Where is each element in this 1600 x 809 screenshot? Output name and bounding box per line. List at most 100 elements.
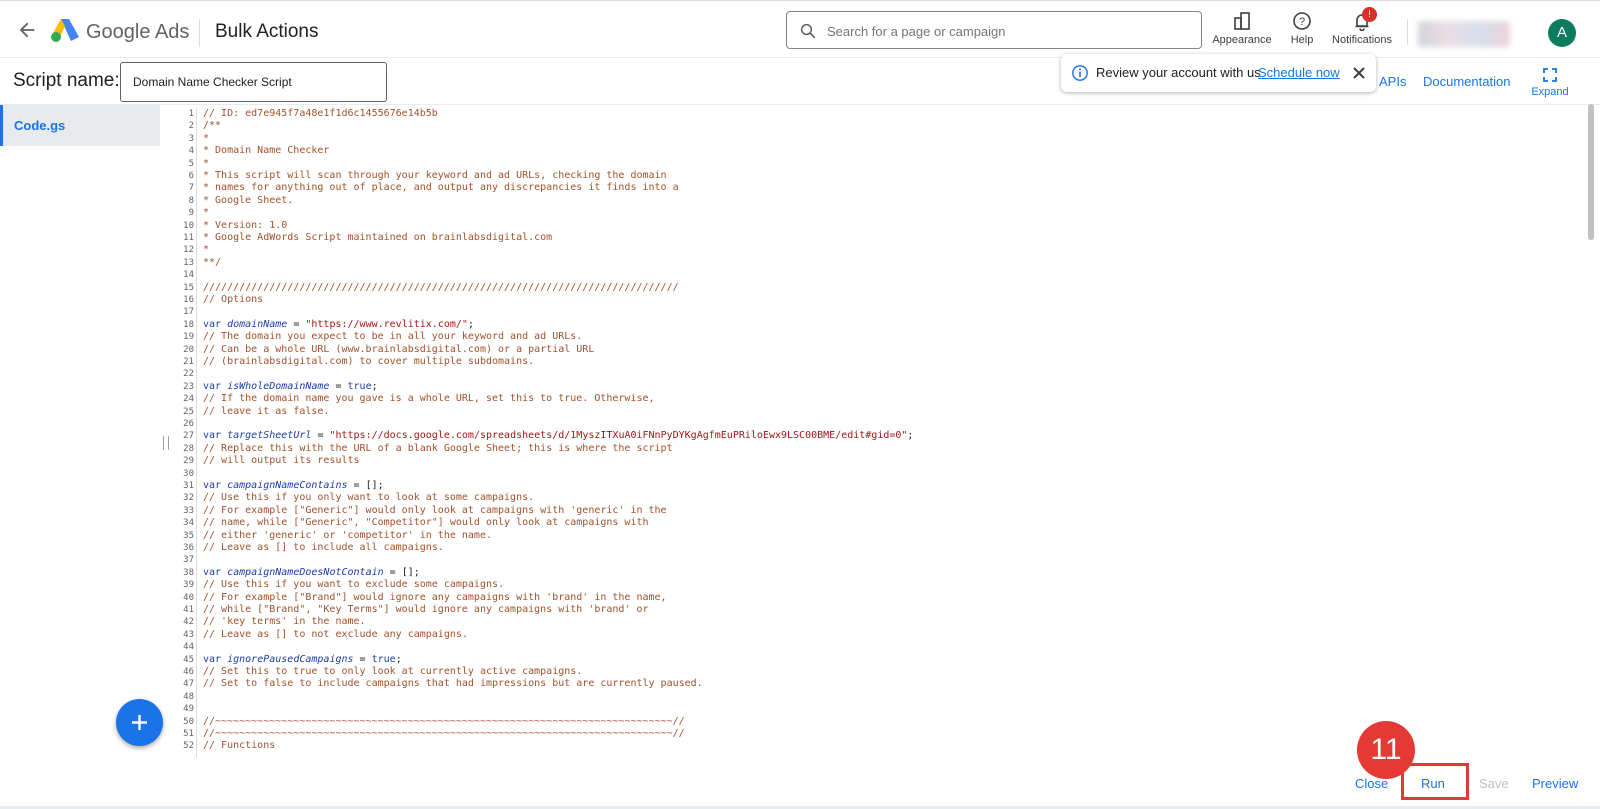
code-line[interactable]: 11 * Google AdWords Script maintained on … xyxy=(172,232,1572,244)
code-line[interactable]: 27 var targetSheetUrl = "https://docs.goo… xyxy=(172,430,1572,442)
code-editor[interactable]: 1 // ID: ed7e945f7a48e1f1d6c1455676e14b5b… xyxy=(172,108,1580,758)
code-line[interactable]: 21 // (brainlabsdigital.com) to cover mul… xyxy=(172,356,1572,368)
back-arrow-icon[interactable] xyxy=(16,19,38,41)
code-line[interactable]: 47 // Set to false to include campaigns t… xyxy=(172,678,1572,690)
expand-label: Expand xyxy=(1531,86,1569,98)
code-line[interactable]: 24 // If the domain name you gave is a wh… xyxy=(172,393,1572,405)
code-line[interactable]: 31 var campaignNameContains = []; xyxy=(172,480,1572,492)
line-number: 4 xyxy=(188,146,194,157)
code-text: // Leave as [] to include all campaigns. xyxy=(203,542,444,553)
file-tab-code-gs[interactable]: Code.gs xyxy=(0,105,160,146)
code-line[interactable]: 41 // while ["Brand", "Key Terms"] would … xyxy=(172,604,1572,616)
code-line[interactable]: 10 * Version: 1.0 xyxy=(172,220,1572,232)
account-info-redacted[interactable] xyxy=(1418,21,1510,47)
code-line[interactable]: 19 // The domain you expect to be in all … xyxy=(172,331,1572,343)
code-line[interactable]: 28 // Replace this with the URL of a blan… xyxy=(172,443,1572,455)
line-number: 44 xyxy=(183,642,194,653)
appearance-icon xyxy=(1234,12,1250,30)
code-line[interactable]: 18 var domainName = "https://www.revlitix… xyxy=(172,319,1572,331)
code-line[interactable]: 20 // Can be a whole URL (www.brainlabsdi… xyxy=(172,344,1572,356)
line-number: 31 xyxy=(183,481,194,491)
google-ads-logo xyxy=(51,19,79,42)
expand-button[interactable]: Expand xyxy=(1531,68,1569,98)
help-button[interactable]: ? Help xyxy=(1285,11,1319,51)
editor-scrollbar[interactable] xyxy=(1588,104,1594,240)
code-line[interactable]: 5 * xyxy=(172,158,1572,170)
code-line[interactable]: 17 xyxy=(172,306,1572,318)
title-divider xyxy=(199,19,200,47)
save-button[interactable]: Save xyxy=(1479,776,1509,791)
code-line[interactable]: 8 * Google Sheet. xyxy=(172,195,1572,207)
code-line[interactable]: 9 * xyxy=(172,207,1572,219)
code-line[interactable]: 35 // either 'generic' or 'competitor' in… xyxy=(172,530,1572,542)
line-number: 19 xyxy=(183,332,194,343)
code-line[interactable]: 42 // 'key terms' in the name. xyxy=(172,616,1572,628)
code-line[interactable]: 32 // Use this if you only want to look a… xyxy=(172,492,1572,504)
line-number: 18 xyxy=(183,319,194,330)
code-text: var ignorePausedCampaigns = true; xyxy=(203,653,402,665)
avatar[interactable]: A xyxy=(1548,19,1576,47)
code-line[interactable]: 34 // name, while ["Generic", "Competitor… xyxy=(172,517,1572,529)
code-line[interactable]: 37 xyxy=(172,554,1572,566)
close-icon[interactable] xyxy=(1351,65,1367,81)
line-number: 48 xyxy=(183,691,194,702)
schedule-now-link[interactable]: Schedule now xyxy=(1258,65,1340,80)
documentation-link[interactable]: Documentation xyxy=(1423,74,1510,89)
code-line[interactable]: 40 // For example ["Brand"] would ignore … xyxy=(172,592,1572,604)
script-name-input[interactable] xyxy=(120,62,387,102)
code-line[interactable]: 15 //////////////////////////////////////… xyxy=(172,282,1572,294)
line-number: 35 xyxy=(183,530,194,541)
code-line[interactable]: 44 xyxy=(172,641,1572,653)
code-line[interactable]: 6 * This script will scan through your ke… xyxy=(172,170,1572,182)
code-line[interactable]: 13 **/ xyxy=(172,257,1572,269)
code-line[interactable]: 4 * Domain Name Checker xyxy=(172,145,1572,157)
line-number: 17 xyxy=(183,307,194,318)
code-line[interactable]: 23 var isWholeDomainName = true; xyxy=(172,381,1572,393)
add-file-button[interactable] xyxy=(116,699,163,746)
code-line[interactable]: 25 // leave it as false. xyxy=(172,406,1572,418)
toast-message: Review your account with us xyxy=(1096,65,1261,80)
code-line[interactable]: 14 xyxy=(172,269,1572,281)
preview-button[interactable]: Preview xyxy=(1532,776,1578,791)
code-text: /** xyxy=(203,120,222,132)
code-line[interactable]: 43 // Leave as [] to not exclude any camp… xyxy=(172,629,1572,641)
code-text: var campaignNameDoesNotContain = []; xyxy=(203,566,420,578)
code-line[interactable]: 46 // Set this to true to only look at cu… xyxy=(172,666,1572,678)
code-line[interactable]: 49 xyxy=(172,703,1572,715)
code-text: // For example ["Brand"] would ignore an… xyxy=(203,591,667,603)
code-line[interactable]: 29 // will output its results xyxy=(172,455,1572,467)
code-line[interactable]: 30 xyxy=(172,468,1572,480)
code-line[interactable]: 7 * names for anything out of place, and … xyxy=(172,182,1572,194)
code-line[interactable]: 16 // Options xyxy=(172,294,1572,306)
code-line[interactable]: 39 // Use this if you want to exclude som… xyxy=(172,579,1572,591)
search-box[interactable] xyxy=(786,11,1202,49)
code-line[interactable]: 2 /** xyxy=(172,120,1572,132)
line-number: 10 xyxy=(183,220,194,231)
code-line[interactable]: 3 * xyxy=(172,133,1572,145)
code-text: //~~~~~~~~~~~~~~~~~~~~~~~~~~~~~~~~~~~~~~… xyxy=(203,728,685,739)
code-line[interactable]: 26 xyxy=(172,418,1572,430)
svg-text:?: ? xyxy=(1299,16,1305,28)
appearance-button[interactable]: Appearance xyxy=(1210,11,1274,51)
search-input[interactable] xyxy=(825,18,1189,44)
code-line[interactable]: 48 xyxy=(172,691,1572,703)
code-line[interactable]: 12 * xyxy=(172,244,1572,256)
code-line[interactable]: 45 var ignorePausedCampaigns = true; xyxy=(172,654,1572,666)
code-text: // If the domain name you gave is a whol… xyxy=(203,393,655,405)
code-text: var targetSheetUrl = "https://docs.googl… xyxy=(203,430,914,442)
line-number: 52 xyxy=(183,741,194,752)
code-text: // Set this to true to only look at curr… xyxy=(203,666,583,677)
code-line[interactable]: 50 //~~~~~~~~~~~~~~~~~~~~~~~~~~~~~~~~~~~~… xyxy=(172,716,1572,728)
code-line[interactable]: 1 // ID: ed7e945f7a48e1f1d6c1455676e14b5b xyxy=(172,108,1572,120)
code-text: // Set to false to include campaigns tha… xyxy=(203,678,703,690)
code-line[interactable]: 36 // Leave as [] to include all campaign… xyxy=(172,542,1572,554)
notifications-button[interactable]: ! Notifications xyxy=(1330,7,1394,51)
code-line[interactable]: 38 var campaignNameDoesNotContain = []; xyxy=(172,567,1572,579)
apis-link[interactable]: APIs xyxy=(1379,74,1406,89)
code-line[interactable]: 33 // For example ["Generic"] would only … xyxy=(172,505,1572,517)
code-text: * Version: 1.0 xyxy=(203,219,288,231)
code-text: // The domain you expect to be in all yo… xyxy=(203,331,583,343)
code-line[interactable]: 22 xyxy=(172,368,1572,380)
pane-resize-handle[interactable] xyxy=(163,436,169,450)
code-text: // either 'generic' or 'competitor' in t… xyxy=(203,529,492,541)
